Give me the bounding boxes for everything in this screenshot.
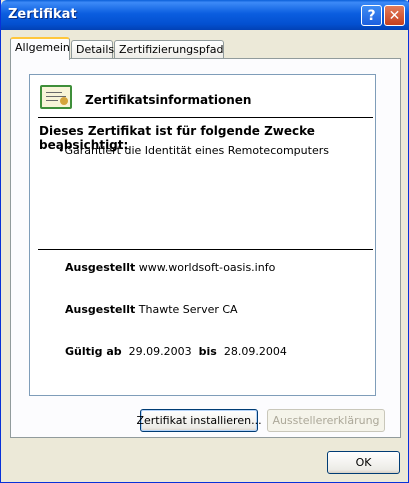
issuer-statement-label: Ausstellererklärung: [272, 414, 380, 427]
issued-to-label: Ausgestellt: [65, 261, 136, 274]
valid-from-value: 29.09.2003: [128, 345, 192, 358]
tab-label: Allgemein: [15, 41, 70, 54]
help-icon: ?: [367, 7, 376, 24]
tab-label: Details: [76, 43, 115, 56]
issued-by-label: Ausgestellt: [65, 303, 136, 316]
tab-panel-allgemein: Zertifikatsinformationen Dieses Zertifik…: [10, 58, 401, 438]
ok-button[interactable]: OK: [327, 451, 400, 474]
certificate-dialog: Zertifikat ? ✕ Allgemein Details Zertifi…: [0, 0, 409, 483]
tab-label: Zertifizierungspfad: [119, 43, 224, 56]
issued-to-row: Ausgestellt www.worldsoft-oasis.info: [65, 261, 275, 274]
valid-to-label: bis: [198, 345, 217, 358]
tab-zertifizierungspfad[interactable]: Zertifizierungspfad: [114, 40, 224, 59]
valid-from-label: Gültig ab: [65, 345, 122, 358]
divider-middle: [38, 249, 373, 250]
close-button[interactable]: ✕: [384, 5, 405, 26]
purpose-item: •Garantiert die Identität eines Remoteco…: [58, 144, 329, 157]
tab-details[interactable]: Details: [71, 40, 115, 59]
info-heading: Zertifikatsinformationen: [85, 93, 252, 107]
install-certificate-label: Zertifikat installieren...: [136, 414, 262, 427]
certificate-info-box: Zertifikatsinformationen Dieses Zertifik…: [29, 74, 376, 396]
close-icon: ✕: [388, 7, 401, 24]
install-certificate-button[interactable]: Zertifikat installieren...: [136, 409, 262, 432]
certificate-icon: [40, 85, 72, 109]
help-button[interactable]: ?: [361, 5, 382, 26]
validity-row: Gültig ab 29.09.2003 bis 28.09.2004: [65, 345, 287, 358]
issued-to-value: www.worldsoft-oasis.info: [138, 261, 276, 274]
divider-top: [38, 117, 373, 118]
window-title: Zertifikat: [8, 7, 77, 22]
ok-label: OK: [355, 456, 372, 469]
tab-allgemein[interactable]: Allgemein: [10, 37, 70, 60]
valid-to-value: 28.09.2004: [223, 345, 287, 358]
issuer-statement-button[interactable]: Ausstellererklärung: [267, 409, 385, 432]
title-bar[interactable]: Zertifikat ? ✕: [1, 0, 409, 30]
issued-by-value: Thawte Server CA: [138, 303, 238, 316]
issued-by-row: Ausgestellt Thawte Server CA: [65, 303, 238, 316]
